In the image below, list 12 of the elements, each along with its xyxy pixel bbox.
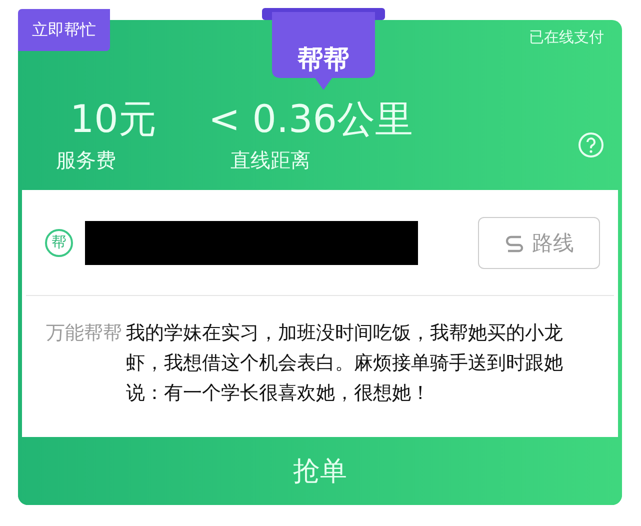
stat-value: < 0.36公里 — [208, 97, 413, 141]
note-label: 万能帮帮 — [46, 321, 122, 346]
route-button[interactable]: 路线 — [478, 216, 600, 268]
help-badge: 帮 — [45, 228, 73, 256]
stat-label: 服务费 — [56, 147, 117, 174]
help-icon[interactable] — [578, 132, 604, 158]
ribbon-title: 帮帮 — [296, 44, 350, 77]
stat-value: 10元 — [69, 97, 156, 141]
note-text: 我的学妹在实习，加班没时间吃饭，我帮她买的小龙虾，我想借这个机会表白。麻烦接单骑手送到时跟她说：有一个学长很喜欢她，很想她！ — [126, 321, 564, 406]
tag-label: 立即帮忙 — [18, 9, 110, 51]
payment-status: 已在线支付 — [529, 28, 604, 47]
stat-label: 直线距离 — [229, 147, 312, 174]
